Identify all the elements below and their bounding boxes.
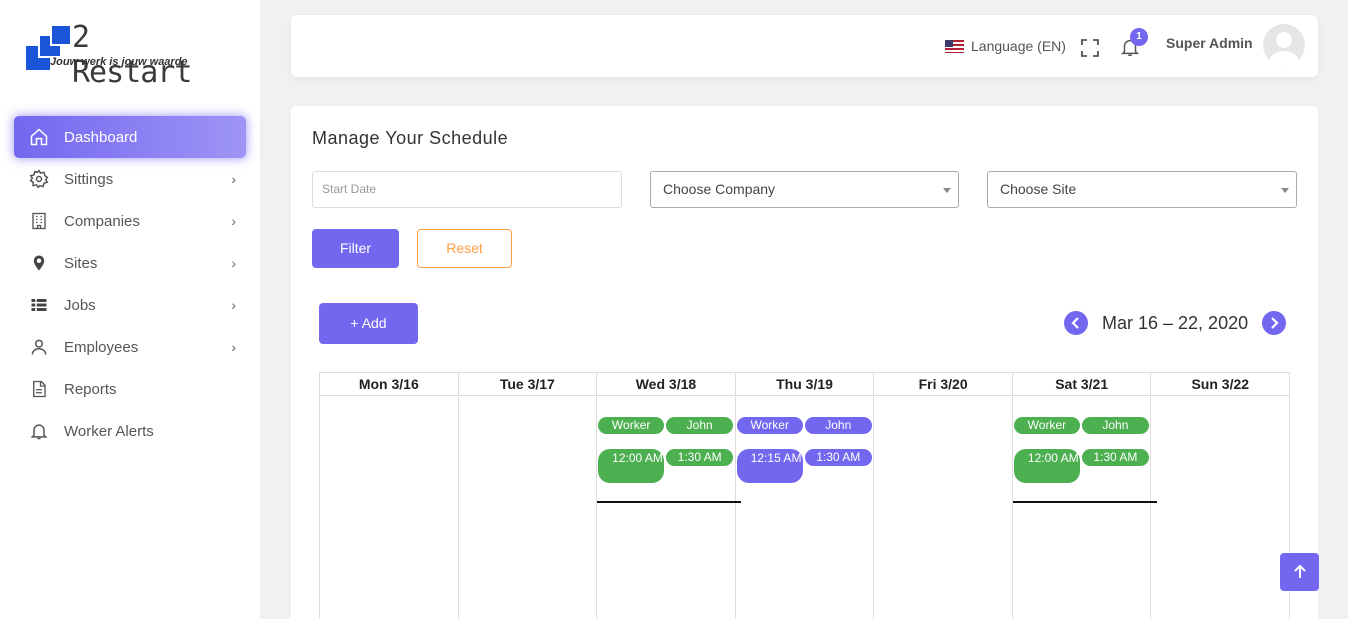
brand-name: 2 Restart bbox=[72, 20, 192, 90]
day-column[interactable] bbox=[459, 397, 598, 619]
day-column[interactable] bbox=[874, 397, 1013, 619]
day-column[interactable]: Worker John 12:00 AM 1:30 AM bbox=[1012, 397, 1157, 619]
sidebar-nav: Dashboard Sittings › Companies › Sites › bbox=[14, 116, 246, 452]
day-header: Sat 3/21 bbox=[1013, 373, 1152, 395]
chevron-right-icon: › bbox=[231, 255, 236, 271]
day-header: Tue 3/17 bbox=[459, 373, 598, 395]
event-role-pill[interactable]: Worker bbox=[598, 417, 665, 434]
avatar[interactable] bbox=[1263, 24, 1305, 66]
sidebar-item-employees[interactable]: Employees › bbox=[14, 326, 246, 368]
calendar-body: Worker John 12:00 AM 1:30 AM Worker John… bbox=[320, 397, 1289, 619]
prev-week-button[interactable] bbox=[1064, 311, 1088, 335]
sidebar-item-sittings[interactable]: Sittings › bbox=[14, 158, 246, 200]
sidebar-item-label: Reports bbox=[64, 380, 117, 398]
sidebar-item-label: Dashboard bbox=[64, 128, 138, 146]
notification-badge: 1 bbox=[1130, 28, 1148, 46]
next-week-button[interactable] bbox=[1262, 311, 1287, 335]
event-start-pill[interactable]: 12:00 AM bbox=[1013, 449, 1080, 483]
fullscreen-icon[interactable] bbox=[1081, 39, 1099, 57]
event-underline bbox=[597, 501, 742, 503]
sidebar: 2 Restart Jouw werk is jouw waarde Dashb… bbox=[0, 0, 260, 619]
event-role-pill[interactable]: Worker bbox=[1013, 417, 1080, 434]
sidebar-item-label: Jobs bbox=[64, 296, 96, 314]
sidebar-item-label: Employees bbox=[64, 338, 139, 356]
brand-logo[interactable]: 2 Restart Jouw werk is jouw waarde bbox=[24, 20, 224, 90]
event-underline bbox=[1012, 501, 1157, 503]
language-label: Language (EN) bbox=[971, 38, 1066, 54]
event-name-pill[interactable]: John bbox=[1081, 417, 1149, 434]
add-button[interactable]: + Add bbox=[319, 303, 418, 344]
sidebar-item-sites[interactable]: Sites › bbox=[14, 242, 246, 284]
arrow-up-icon bbox=[1293, 565, 1306, 578]
home-icon bbox=[28, 126, 50, 148]
event-end-pill[interactable]: 1:30 AM bbox=[1081, 449, 1149, 466]
top-header: Language (EN) 1 Super Admin bbox=[291, 15, 1318, 77]
event-role-pill[interactable]: Worker bbox=[736, 417, 803, 434]
day-header: Fri 3/20 bbox=[874, 373, 1013, 395]
bell-icon bbox=[28, 420, 50, 442]
site-select-value: Choose Site bbox=[1000, 181, 1077, 197]
event-name-pill[interactable]: John bbox=[804, 417, 872, 434]
sidebar-item-label: Sittings bbox=[64, 170, 114, 188]
building-icon bbox=[28, 210, 50, 232]
chevron-right-icon: › bbox=[231, 171, 236, 187]
user-name[interactable]: Super Admin bbox=[1166, 35, 1253, 51]
sidebar-item-label: Worker Alerts bbox=[64, 422, 154, 440]
calendar-header: Mon 3/16 Tue 3/17 Wed 3/18 Thu 3/19 Fri … bbox=[320, 373, 1289, 396]
add-button-label: Add bbox=[361, 315, 387, 331]
site-select[interactable]: Choose Site bbox=[987, 171, 1297, 208]
event-start-pill[interactable]: 12:15 AM bbox=[736, 449, 803, 483]
day-header: Thu 3/19 bbox=[736, 373, 875, 395]
event-name-pill[interactable]: John bbox=[666, 417, 734, 434]
plus-icon: + bbox=[350, 315, 359, 331]
day-column[interactable]: Worker John 12:15 AM 1:30 AM bbox=[736, 397, 875, 619]
chevron-right-icon: › bbox=[231, 339, 236, 355]
us-flag-icon bbox=[945, 39, 964, 53]
file-icon bbox=[28, 378, 50, 400]
week-calendar: Mon 3/16 Tue 3/17 Wed 3/18 Thu 3/19 Fri … bbox=[319, 372, 1290, 619]
brand-tagline: Jouw werk is jouw waarde bbox=[50, 56, 188, 68]
sidebar-item-label: Companies bbox=[64, 212, 140, 230]
date-range-nav: Mar 16 – 22, 2020 bbox=[1064, 311, 1287, 335]
chevron-right-icon: › bbox=[231, 213, 236, 229]
sidebar-item-reports[interactable]: Reports bbox=[14, 368, 246, 410]
sidebar-item-companies[interactable]: Companies › bbox=[14, 200, 246, 242]
filter-button[interactable]: Filter bbox=[312, 229, 399, 268]
sidebar-item-label: Sites bbox=[64, 254, 98, 272]
language-selector[interactable]: Language (EN) bbox=[945, 38, 1066, 54]
event-end-pill[interactable]: 1:30 AM bbox=[666, 449, 734, 466]
day-header: Mon 3/16 bbox=[320, 373, 459, 395]
user-icon bbox=[28, 336, 50, 358]
date-range-label: Mar 16 – 22, 2020 bbox=[1102, 312, 1249, 333]
day-column[interactable]: Worker John 12:00 AM 1:30 AM bbox=[597, 397, 742, 619]
sidebar-item-dashboard[interactable]: Dashboard bbox=[14, 116, 246, 158]
day-column[interactable] bbox=[1151, 397, 1289, 619]
event-start-pill[interactable]: 12:00 AM bbox=[598, 449, 665, 483]
map-pin-icon bbox=[28, 252, 50, 274]
sidebar-item-jobs[interactable]: Jobs › bbox=[14, 284, 246, 326]
reset-button[interactable]: Reset bbox=[417, 229, 512, 268]
day-header: Sun 3/22 bbox=[1191, 376, 1250, 392]
chevron-right-icon: › bbox=[231, 297, 236, 313]
day-header: Wed 3/18 bbox=[597, 373, 736, 395]
sidebar-item-worker-alerts[interactable]: Worker Alerts bbox=[14, 410, 246, 452]
scroll-to-top-button[interactable] bbox=[1280, 553, 1319, 591]
list-icon bbox=[28, 294, 50, 316]
company-select[interactable]: Choose Company bbox=[650, 171, 959, 208]
day-column[interactable] bbox=[320, 397, 459, 619]
event-end-pill[interactable]: 1:30 AM bbox=[804, 449, 872, 466]
caret-down-icon bbox=[1281, 188, 1289, 193]
start-date-input[interactable]: Start Date bbox=[312, 171, 622, 208]
page-title: Manage Your Schedule bbox=[312, 128, 509, 148]
gear-icon bbox=[28, 168, 50, 190]
company-select-value: Choose Company bbox=[663, 181, 776, 197]
caret-down-icon bbox=[943, 188, 951, 193]
schedule-card: Manage Your Schedule Start Date Choose C… bbox=[291, 106, 1318, 619]
